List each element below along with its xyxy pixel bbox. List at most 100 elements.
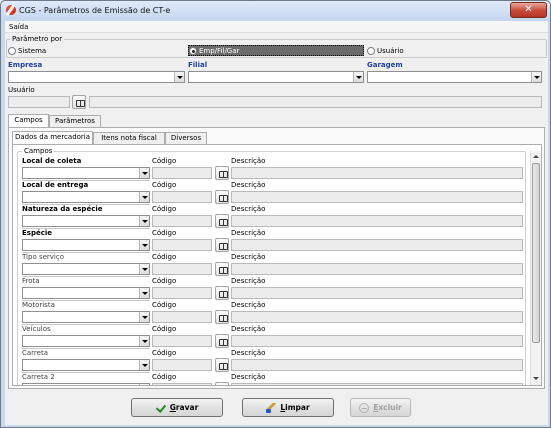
codigo-label: Código xyxy=(152,253,177,261)
codigo-field[interactable] xyxy=(152,191,212,203)
campo-select[interactable] xyxy=(22,215,150,227)
usuario-search-button[interactable] xyxy=(72,95,86,109)
usuario-code-field[interactable] xyxy=(8,96,70,108)
codigo-search-button[interactable] xyxy=(215,334,229,348)
descricao-label: Descrição xyxy=(231,253,266,261)
garagem-label: Garagem xyxy=(367,61,403,69)
vertical-scrollbar[interactable] xyxy=(530,151,541,385)
radio-sistema-label: Sistema xyxy=(18,47,47,55)
check-icon xyxy=(156,403,166,413)
chevron-down-icon[interactable] xyxy=(139,264,149,274)
campo-select[interactable] xyxy=(22,335,150,347)
campo-select[interactable] xyxy=(22,239,150,251)
codigo-field[interactable] xyxy=(152,263,212,275)
codigo-field[interactable] xyxy=(152,359,212,371)
campo-select[interactable] xyxy=(22,311,150,323)
campo-select[interactable] xyxy=(22,287,150,299)
descricao-label: Descrição xyxy=(231,301,266,309)
brush-icon xyxy=(266,402,277,413)
codigo-label: Código xyxy=(152,301,177,309)
tab-parametros[interactable]: Parâmetros xyxy=(49,115,101,127)
tab-dados-mercadoria-label: Dados da mercadoria xyxy=(14,133,91,141)
codigo-search-button[interactable] xyxy=(215,310,229,324)
tab-itens-nota-fiscal-label: Itens nota fiscal xyxy=(101,134,157,142)
descricao-label: Descrição xyxy=(231,157,266,165)
tab-dados-mercadoria[interactable]: Dados da mercadoria xyxy=(12,131,93,144)
codigo-label: Código xyxy=(152,229,177,237)
descricao-field xyxy=(231,287,523,299)
menu-item-saida[interactable]: Saída xyxy=(9,23,28,31)
filial-select[interactable] xyxy=(188,71,364,83)
scroll-up-icon[interactable] xyxy=(532,153,540,161)
scroll-down-icon[interactable] xyxy=(532,375,540,383)
codigo-field[interactable] xyxy=(152,311,212,323)
radio-usuario[interactable]: Usuário xyxy=(367,47,404,55)
codigo-search-button[interactable] xyxy=(215,262,229,276)
chevron-down-icon[interactable] xyxy=(139,240,149,250)
codigo-field[interactable] xyxy=(152,335,212,347)
app-logo-icon xyxy=(6,5,16,15)
descricao-field xyxy=(231,359,523,371)
descricao-field xyxy=(231,311,523,323)
chevron-down-icon[interactable] xyxy=(174,72,184,82)
scroll-thumb[interactable] xyxy=(532,163,540,343)
garagem-select[interactable] xyxy=(367,71,542,83)
codigo-field[interactable] xyxy=(152,383,212,385)
chevron-down-icon[interactable] xyxy=(139,312,149,322)
descricao-label: Descrição xyxy=(231,349,266,357)
tab-itens-nota-fiscal[interactable]: Itens nota fiscal xyxy=(93,132,165,144)
chevron-down-icon[interactable] xyxy=(139,360,149,370)
parametro-group-label: Parâmetro por xyxy=(10,35,65,43)
save-button-label: Gravar xyxy=(169,403,199,412)
empresa-select[interactable] xyxy=(8,71,185,83)
clear-button-label: Limpar xyxy=(280,403,310,412)
codigo-search-button[interactable] xyxy=(215,382,229,385)
codigo-search-button[interactable] xyxy=(215,286,229,300)
codigo-label: Código xyxy=(152,181,177,189)
codigo-field[interactable] xyxy=(152,215,212,227)
title-bar[interactable]: CGS - Parâmetros de Emissão de CT-e ✕ xyxy=(1,1,550,21)
campo-select[interactable] xyxy=(22,383,150,385)
descricao-label: Descrição xyxy=(231,277,266,285)
campos-group-label: Campos xyxy=(22,147,55,155)
campo-label: Local de entrega xyxy=(22,181,89,189)
save-button[interactable]: Gravar xyxy=(131,398,223,417)
campo-label: Espécie xyxy=(22,229,53,237)
chevron-down-icon[interactable] xyxy=(139,216,149,226)
radio-sistema[interactable]: Sistema xyxy=(8,47,46,55)
descricao-field xyxy=(231,167,523,179)
main-window: CGS - Parâmetros de Emissão de CT-e ✕ Sa… xyxy=(0,0,551,428)
descricao-label: Descrição xyxy=(231,181,266,189)
clear-button[interactable]: Limpar xyxy=(242,398,334,417)
campo-select[interactable] xyxy=(22,359,150,371)
campo-select[interactable] xyxy=(22,191,150,203)
codigo-label: Código xyxy=(152,277,177,285)
codigo-field[interactable] xyxy=(152,287,212,299)
chevron-down-icon[interactable] xyxy=(353,72,363,82)
codigo-search-button[interactable] xyxy=(215,166,229,180)
descricao-field xyxy=(231,191,523,203)
chevron-down-icon[interactable] xyxy=(139,192,149,202)
chevron-down-icon[interactable] xyxy=(531,72,541,82)
codigo-search-button[interactable] xyxy=(215,214,229,228)
tab-diversos[interactable]: Diversos xyxy=(165,132,207,144)
chevron-down-icon[interactable] xyxy=(139,336,149,346)
chevron-down-icon[interactable] xyxy=(139,168,149,178)
inner-tab-panel: Campos Local de coleta Código Descrição Loc… xyxy=(12,144,542,386)
chevron-down-icon[interactable] xyxy=(139,384,149,385)
chevron-down-icon[interactable] xyxy=(139,288,149,298)
campo-select[interactable] xyxy=(22,167,150,179)
menu-bar: Saída xyxy=(5,21,548,33)
radio-emp-fil-gar[interactable]: Emp/Fil/Gar xyxy=(189,47,239,55)
codigo-field[interactable] xyxy=(152,239,212,251)
campo-select[interactable] xyxy=(22,263,150,275)
codigo-search-button[interactable] xyxy=(215,238,229,252)
descricao-field xyxy=(231,215,523,227)
close-icon: ✕ xyxy=(524,4,533,15)
codigo-field[interactable] xyxy=(152,167,212,179)
codigo-search-button[interactable] xyxy=(215,190,229,204)
codigo-search-button[interactable] xyxy=(215,358,229,372)
close-button[interactable]: ✕ xyxy=(510,2,547,18)
delete-button-label: Excluir xyxy=(373,403,402,412)
tab-campos[interactable]: Campos xyxy=(8,114,49,127)
